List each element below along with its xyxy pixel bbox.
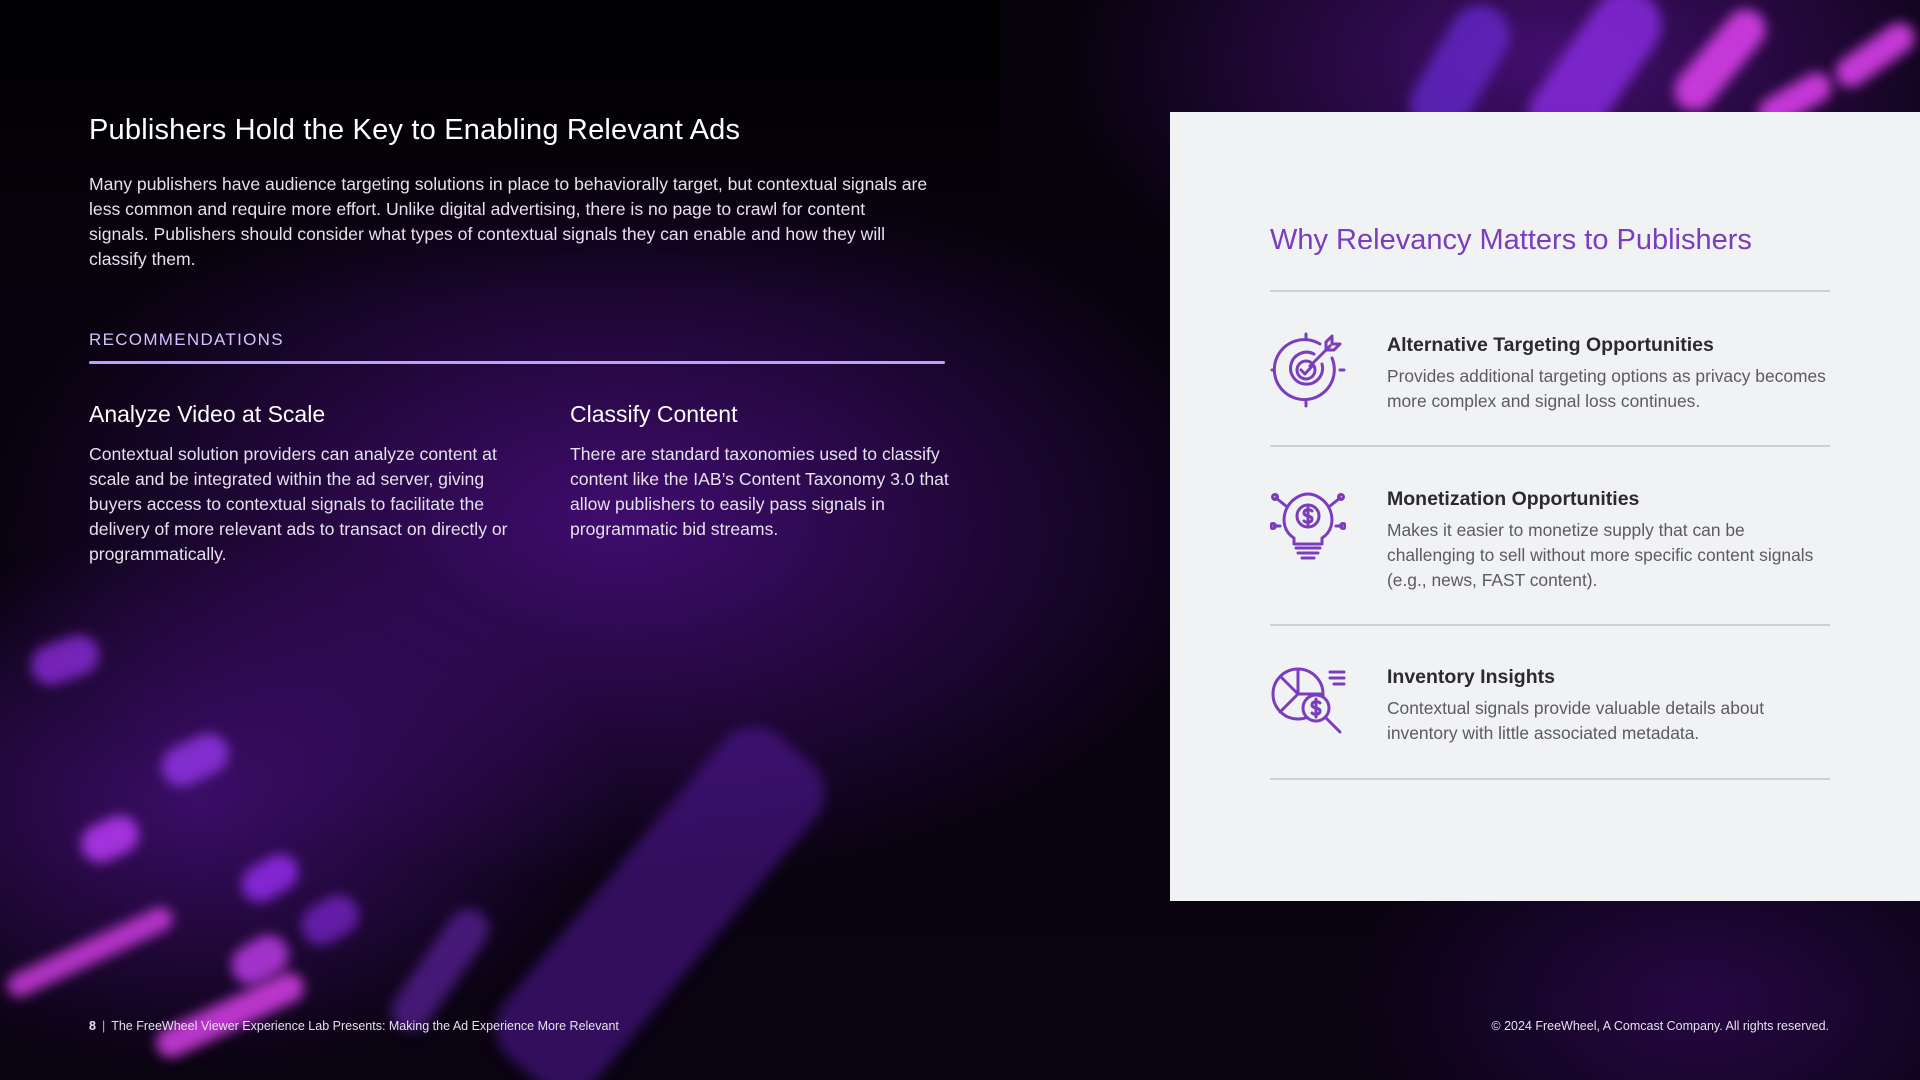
benefit-body: Contextual signals provide valuable deta… [1387, 698, 1765, 743]
recommendation-body: Contextual solution providers can analyz… [89, 444, 508, 564]
chart-magnifier-dollar-icon [1271, 667, 1346, 734]
recommendation-heading: Analyze Video at Scale [89, 401, 326, 427]
benefit-heading: Monetization Opportunities [1387, 488, 1640, 510]
footer-left: 8 | The FreeWheel Viewer Experience Lab Pr… [89, 1019, 619, 1033]
divider [1270, 290, 1830, 292]
recommendations-divider [89, 361, 945, 364]
page-title: Publishers Hold the Key to Enabling Rele… [89, 114, 741, 146]
document-title: The FreeWheel Viewer Experience Lab Pres… [111, 1019, 619, 1033]
divider [1270, 624, 1830, 626]
recommendation-analyze-video: Analyze Video at Scale Contextual soluti… [89, 398, 509, 567]
benefit-heading: Inventory Insights [1387, 666, 1555, 688]
recommendation-heading: Classify Content [570, 401, 738, 427]
benefit-body: Provides additional targeting options as… [1387, 366, 1826, 411]
intro-paragraph: Many publishers have audience targeting … [89, 174, 928, 269]
recommendation-classify-content: Classify Content There are standard taxo… [570, 398, 960, 542]
divider [1270, 445, 1830, 447]
recommendation-body: There are standard taxonomies used to cl… [570, 444, 949, 539]
copyright: © 2024 FreeWheel, A Comcast Company. All… [1491, 1019, 1829, 1033]
left-content: Publishers Hold the Key to Enabling Rele… [89, 108, 949, 564]
benefit-heading: Alternative Targeting Opportunities [1387, 334, 1714, 356]
recommendations-label: RECOMMENDATIONS [89, 330, 284, 349]
target-icon [1270, 332, 1346, 408]
page-number: 8 [89, 1019, 96, 1033]
why-relevancy-panel: Why Relevancy Matters to Publishers Alte… [1170, 112, 1920, 901]
panel-title: Why Relevancy Matters to Publishers [1270, 224, 1752, 256]
benefit-body: Makes it easier to monetize supply that … [1387, 520, 1814, 590]
footer-separator: | [101, 1019, 106, 1033]
lightbulb-dollar-icon [1270, 492, 1346, 560]
divider [1270, 778, 1830, 780]
